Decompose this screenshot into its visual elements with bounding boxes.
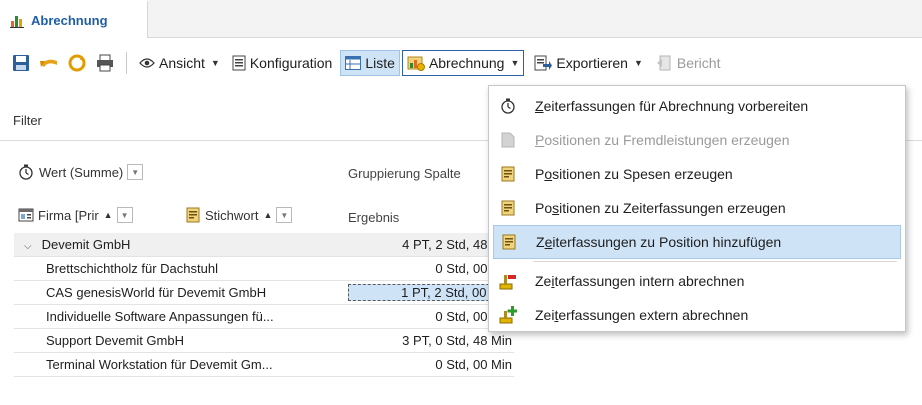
document-yellow-icon xyxy=(494,234,524,250)
exportieren-button[interactable]: Exportieren ▼ xyxy=(530,50,647,76)
stichwort-field-label: Stichwort xyxy=(205,207,259,223)
menu-item-expenses-positions[interactable]: Positionen zu Spesen erzeugen xyxy=(489,157,905,191)
menu-item-label: Zeiterfassungen zu Position hinzufügen xyxy=(536,234,782,250)
menu-item-add-time-entries-to-position[interactable]: Zeiterfassungen zu Position hinzufügen xyxy=(493,225,901,259)
row-label: CAS genesisWorld für Devemit GmbH xyxy=(46,285,267,300)
menu-item-bill-externally[interactable]: Zeiterfassungen extern abrechnen xyxy=(489,298,905,332)
row-label: Terminal Workstation für Devemit Gm... xyxy=(46,357,273,372)
billing-icon xyxy=(407,55,425,71)
table-row[interactable]: CAS genesisWorld für Devemit GmbH 1 PT, … xyxy=(14,281,514,305)
ansicht-label: Ansicht xyxy=(159,55,205,71)
tab-abrechnung[interactable]: Abrechnung xyxy=(0,0,148,38)
report-icon xyxy=(656,55,673,71)
document-icon xyxy=(493,132,523,148)
liste-button[interactable]: Liste xyxy=(340,50,400,76)
table-row[interactable]: Terminal Workstation für Devemit Gm... 0… xyxy=(14,353,514,377)
refresh-icon[interactable] xyxy=(66,52,88,74)
menu-item-label: Positionen zu Spesen erzeugen xyxy=(535,166,733,182)
liste-label: Liste xyxy=(365,55,395,71)
keyword-icon xyxy=(186,207,200,223)
menu-item-bill-internally[interactable]: Zeiterfassungen intern abrechnen xyxy=(489,264,905,298)
save-icon[interactable] xyxy=(10,52,32,74)
bericht-button[interactable]: Bericht xyxy=(653,50,725,76)
table-row[interactable]: Individuelle Software Anpassungen fü... … xyxy=(14,305,514,329)
row-label: Devemit GmbH xyxy=(41,237,131,252)
stopwatch-icon xyxy=(493,98,523,114)
table-row[interactable]: ⌵ Devemit GmbH 4 PT, 2 Std, 48 Min xyxy=(14,233,514,257)
pivot-tree: ⌵ Devemit GmbH 4 PT, 2 Std, 48 Min Bretts… xyxy=(14,233,514,377)
menu-item-label: Positionen zu Fremdleistungen erzeugen xyxy=(535,132,790,148)
row-value: 3 PT, 0 Std, 48 Min xyxy=(402,333,512,348)
company-icon xyxy=(18,208,34,222)
table-row[interactable]: Brettschichtholz für Dachstuhl 0 Std, 00… xyxy=(14,257,514,281)
row-label: Support Devemit GmbH xyxy=(46,333,184,348)
configuration-icon xyxy=(232,55,246,71)
menu-item-external-services-positions[interactable]: Positionen zu Fremdleistungen erzeugen xyxy=(489,123,905,157)
menu-item-label: Zeiterfassungen intern abrechnen xyxy=(535,273,745,289)
abrechnung-dropdown-menu: Zeiterfassungen für Abrechnung vorbereit… xyxy=(488,85,906,332)
abrechnung-label: Abrechnung xyxy=(428,55,505,71)
table-row[interactable]: Support Devemit GmbH 3 PT, 0 Std, 48 Min xyxy=(14,329,514,353)
menu-item-label: Zeiterfassungen für Abrechnung vorbereit… xyxy=(535,98,809,114)
konfiguration-button[interactable]: Konfiguration xyxy=(228,50,337,76)
chevron-down-icon: ▼ xyxy=(210,58,220,68)
document-yellow-icon xyxy=(493,200,523,216)
chevron-down-icon: ▼ xyxy=(633,58,643,68)
sort-ascending-icon[interactable]: ▲ xyxy=(263,210,272,220)
chevron-down-icon[interactable]: ⌵ xyxy=(24,241,32,252)
document-yellow-icon xyxy=(493,166,523,182)
value-field-chip[interactable]: Wert (Summe) ▼ xyxy=(14,160,148,184)
chevron-down-icon[interactable]: ▼ xyxy=(276,207,293,223)
eye-icon xyxy=(139,57,155,69)
menu-separator xyxy=(533,261,897,262)
sort-ascending-icon[interactable]: ▲ xyxy=(104,210,113,220)
toolbar-separator xyxy=(126,52,127,74)
tab-bar: Abrechnung xyxy=(0,0,922,38)
toolbar: Ansicht ▼ Konfiguration Liste Abrechnung… xyxy=(0,48,922,78)
stichwort-field-chip[interactable]: Stichwort ▲ ▼ xyxy=(182,203,297,227)
filter-label: Filter xyxy=(13,113,42,128)
abrechnung-button[interactable]: Abrechnung ▼ xyxy=(401,50,525,76)
row-label: Individuelle Software Anpassungen fü... xyxy=(46,309,274,324)
menu-item-time-entries-positions[interactable]: Positionen zu Zeiterfassungen erzeugen xyxy=(489,191,905,225)
chevron-down-icon[interactable]: ▼ xyxy=(116,207,133,223)
menu-item-label: Positionen zu Zeiterfassungen erzeugen xyxy=(535,200,786,216)
bar-chart-icon xyxy=(10,16,24,28)
chevron-down-icon[interactable]: ▼ xyxy=(127,164,144,180)
print-icon[interactable] xyxy=(94,52,116,74)
stopwatch-icon xyxy=(19,164,33,180)
firma-field-label: Firma [Prir xyxy=(38,207,99,223)
exportieren-label: Exportieren xyxy=(556,55,628,71)
column-grouping-label: Gruppierung Spalte xyxy=(348,166,461,181)
bill-external-icon xyxy=(493,306,523,324)
tab-title: Abrechnung xyxy=(31,12,108,28)
bill-internal-icon xyxy=(493,272,523,290)
firma-field-chip[interactable]: Firma [Prir ▲ ▼ xyxy=(14,203,137,227)
result-column-header: Ergebnis xyxy=(348,210,400,225)
chevron-down-icon: ▼ xyxy=(510,58,520,68)
export-icon xyxy=(534,55,553,71)
menu-item-label: Zeiterfassungen extern abrechnen xyxy=(535,307,749,323)
value-field-label: Wert (Summe) xyxy=(39,164,124,180)
row-value: 0 Std, 00 Min xyxy=(435,357,512,372)
list-icon xyxy=(345,56,362,70)
ansicht-button[interactable]: Ansicht ▼ xyxy=(135,50,224,76)
konfiguration-label: Konfiguration xyxy=(249,55,333,71)
undo-icon[interactable] xyxy=(38,52,60,74)
row-label: Brettschichtholz für Dachstuhl xyxy=(46,261,218,276)
menu-item-prepare-time-entries[interactable]: Zeiterfassungen für Abrechnung vorbereit… xyxy=(489,89,905,123)
bericht-label: Bericht xyxy=(676,55,721,71)
